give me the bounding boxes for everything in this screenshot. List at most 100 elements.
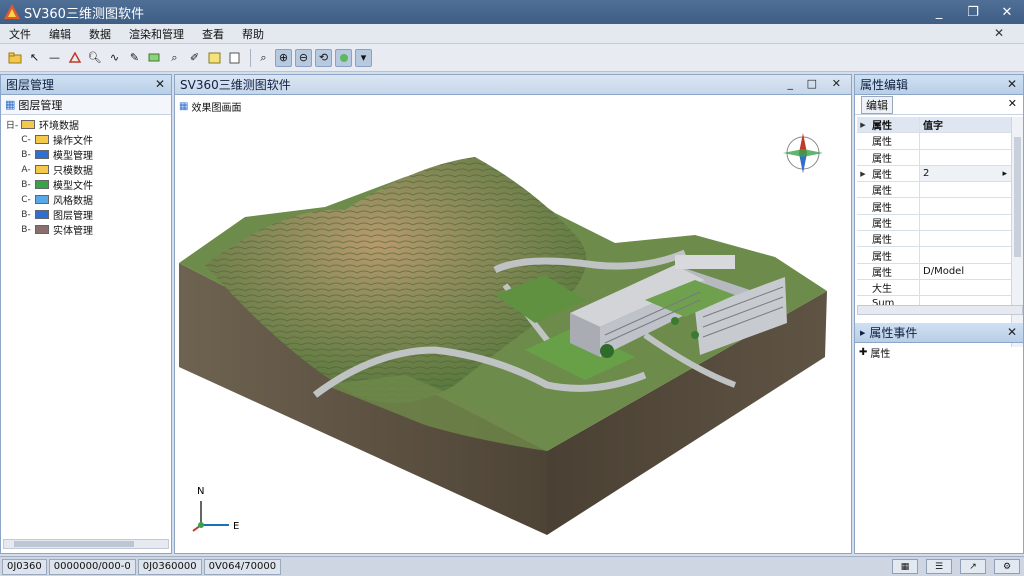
cursor-icon[interactable]: ↖ (26, 49, 43, 67)
line-icon[interactable]: — (46, 49, 63, 67)
3d-terrain-scene[interactable]: N E (175, 95, 851, 553)
property-row[interactable]: 属性 D/Model (857, 263, 1011, 280)
node-icon[interactable]: ∿ (106, 49, 123, 67)
property-row[interactable]: 属性 (857, 231, 1011, 248)
property-value[interactable] (919, 133, 1011, 149)
row-marker (857, 150, 869, 165)
menu-close-icon[interactable]: ✕ (994, 26, 1004, 40)
row-marker (857, 215, 869, 230)
view-close-button[interactable]: ✕ (832, 77, 841, 90)
horizontal-scrollbar[interactable] (3, 539, 169, 549)
menu-render[interactable]: 渲染和管理 (120, 26, 193, 42)
minimize-button[interactable]: _ (922, 0, 956, 24)
compass-rose-icon[interactable] (783, 133, 823, 173)
dropdown-arrow-icon[interactable]: ▸ (1002, 169, 1007, 179)
row-marker (857, 231, 869, 246)
property-row[interactable]: 属性 (857, 198, 1011, 215)
expand-arrow-icon: ▶ (860, 328, 866, 337)
property-row[interactable]: 属性 (857, 247, 1011, 264)
property-row[interactable]: 属性 (857, 133, 1011, 150)
grid-icon[interactable]: ▦ (892, 559, 918, 574)
property-row[interactable]: 属性 (857, 214, 1011, 232)
tree-expander[interactable]: B- (17, 225, 35, 235)
status-bar: 0J0360 0000000/000-0 0J0360000 0V064/700… (0, 556, 1024, 576)
layer-tree-root[interactable]: ▦ 图层管理 (1, 95, 171, 115)
layer-tree-item[interactable]: A- 只模数据 (1, 162, 171, 178)
zoom-in-icon[interactable]: ⊕ (275, 48, 292, 67)
event-panel-header: ▶ 属性事件 ✕ (855, 323, 1023, 343)
menu-file[interactable]: 文件 (0, 26, 40, 42)
rotate-icon[interactable]: ⟲ (315, 48, 332, 67)
property-tab[interactable]: 编辑 ✕ (855, 95, 1023, 115)
horizontal-scrollbar[interactable] (857, 305, 1023, 315)
dropdown-icon[interactable]: ▾ (355, 48, 372, 67)
layer-tree-item[interactable]: C- 风格数据 (1, 192, 171, 208)
layer-tree-item[interactable]: B- 图层管理 (1, 207, 171, 223)
arrow-icon[interactable]: ↗ (960, 559, 986, 574)
close-icon[interactable]: ✕ (155, 77, 165, 91)
layer-tree-item[interactable]: B- 实体管理 (1, 222, 171, 238)
property-value[interactable] (919, 214, 1011, 231)
zoom-icon[interactable]: 🔍︎ (86, 49, 103, 67)
tree-expander[interactable]: B- (17, 150, 35, 160)
event-list-item[interactable]: ✚ 属性 (859, 345, 890, 360)
tab-close-icon[interactable]: ✕ (1008, 97, 1017, 110)
polygon-icon[interactable] (66, 49, 83, 67)
property-value[interactable] (919, 149, 1011, 165)
refresh-icon[interactable] (335, 48, 352, 67)
pen-icon[interactable]: ✎ (126, 49, 143, 67)
property-value[interactable] (919, 182, 1011, 198)
list-icon[interactable]: ☰ (926, 559, 952, 574)
folder-icon[interactable] (6, 49, 23, 67)
tree-expander[interactable]: B- (17, 180, 35, 190)
scroll-thumb[interactable] (14, 541, 134, 547)
menu-edit[interactable]: 编辑 (40, 26, 80, 42)
property-value[interactable] (919, 231, 1011, 247)
maximize-button[interactable]: ❐ (956, 0, 990, 24)
tree-expander[interactable]: A- (17, 165, 35, 175)
menu-view[interactable]: 查看 (193, 26, 233, 42)
property-name: 属性 (872, 267, 892, 279)
close-icon[interactable]: ✕ (1007, 325, 1017, 339)
view-minimize-button[interactable]: _ (788, 77, 794, 90)
layer-icon (35, 195, 49, 204)
status-segment-4: 0V064/70000 (203, 558, 282, 575)
property-row[interactable]: 大生 (857, 279, 1011, 297)
doc-icon[interactable] (226, 49, 243, 67)
view-maximize-button[interactable]: □ (807, 77, 817, 90)
search-icon[interactable]: ⌕ (166, 49, 183, 67)
layer-tree: 日- 环境数据 C- 操作文件 B- 模型管理 A- 只模数据 B- 模型文件 C- 风格数据 B- 图层… (1, 115, 171, 237)
view-subtitle-text: 效果图画面 (191, 103, 242, 114)
property-value[interactable]: D/Model (919, 263, 1011, 279)
property-value[interactable] (919, 247, 1011, 263)
property-value[interactable] (919, 198, 1011, 214)
row-marker (857, 182, 869, 197)
property-row[interactable]: ▶ 属性 2 ▸ (857, 165, 1011, 183)
tree-expander[interactable]: B- (17, 210, 35, 220)
menu-help[interactable]: 帮助 (233, 26, 273, 42)
close-icon[interactable]: ✕ (1007, 77, 1017, 91)
tree-expander[interactable]: C- (17, 195, 35, 205)
property-row[interactable]: 属性 (857, 182, 1011, 199)
property-row[interactable]: 属性 (857, 149, 1011, 166)
tree-expander[interactable]: C- (17, 135, 35, 145)
magnifier-icon[interactable]: ⌕ (255, 49, 272, 67)
settings-icon[interactable]: ⚙ (994, 559, 1020, 574)
property-value[interactable]: 2 ▸ (919, 165, 1011, 182)
tree-expander[interactable]: 日- (3, 118, 21, 131)
layer-tree-item[interactable]: 日- 环境数据 (1, 117, 171, 132)
property-value-header: 值字 (919, 117, 1011, 133)
layer-tree-item[interactable]: B- 模型文件 (1, 177, 171, 193)
zoom-out-icon[interactable]: ⊖ (295, 48, 312, 67)
layer-icon[interactable] (146, 49, 163, 67)
save-icon[interactable] (206, 49, 223, 67)
row-marker (857, 264, 869, 279)
property-value[interactable] (919, 279, 1011, 296)
layer-tree-item[interactable]: C- 操作文件 (1, 132, 171, 148)
close-button[interactable]: ✕ (990, 0, 1024, 24)
layer-label: 实体管理 (53, 226, 93, 237)
scroll-thumb[interactable] (1014, 137, 1021, 257)
edit-icon[interactable]: ✐ (186, 49, 203, 67)
layer-tree-item[interactable]: B- 模型管理 (1, 147, 171, 163)
menu-data[interactable]: 数据 (80, 26, 120, 42)
